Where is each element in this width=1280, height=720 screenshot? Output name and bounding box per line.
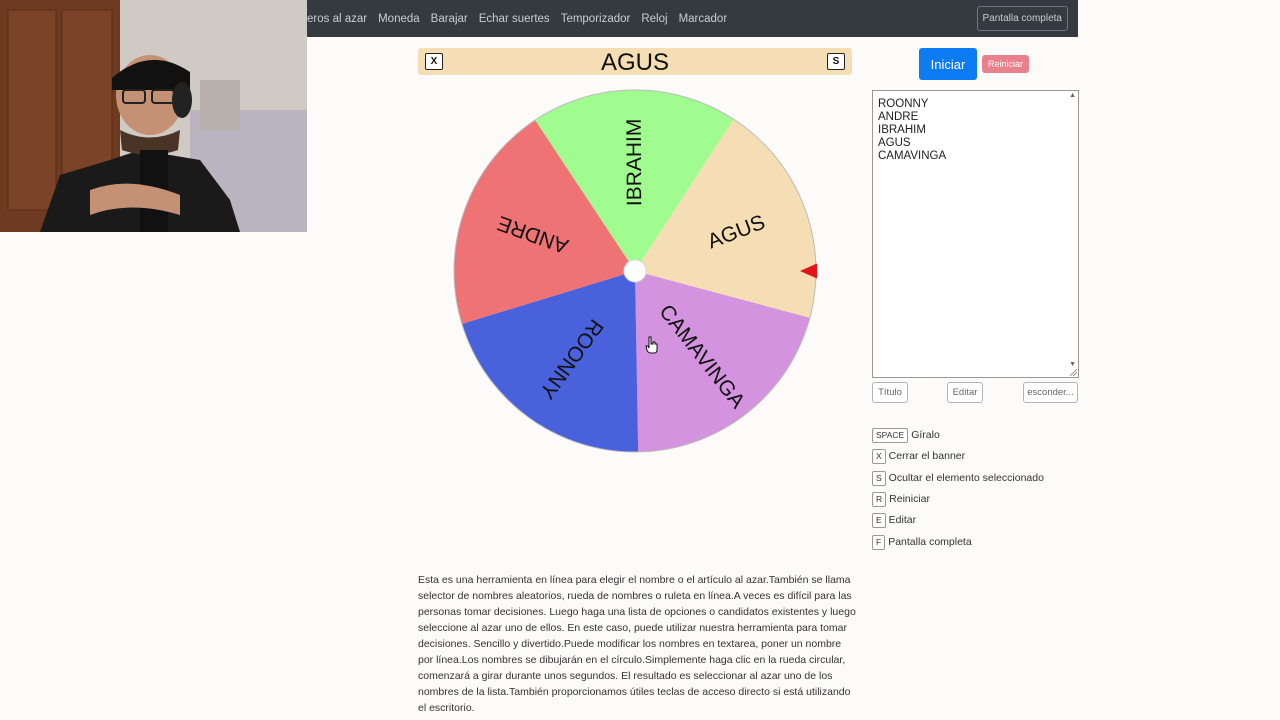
top-navbar: eros al azar Moneda Barajar Echar suerte… bbox=[307, 0, 1078, 37]
reset-button[interactable]: Reiniciar bbox=[982, 55, 1029, 73]
shortcut-row: S Ocultar el elemento seleccionado bbox=[872, 470, 1044, 486]
nav-link-echar-suertes[interactable]: Echar suertes bbox=[479, 13, 550, 25]
shortcut-key: F bbox=[872, 534, 886, 550]
hide-selected-button[interactable]: S bbox=[827, 53, 845, 70]
fullscreen-button[interactable]: Pantalla completa bbox=[976, 6, 1068, 31]
names-list-item: ANDRE bbox=[878, 110, 919, 123]
wheel-label-ibrahim: IBRAHIM bbox=[623, 119, 646, 207]
banner-title: AGUS bbox=[600, 49, 669, 76]
nav-link-numeros[interactable]: eros al azar bbox=[307, 13, 367, 25]
edit-button[interactable]: Editar bbox=[947, 382, 983, 403]
nav-link-moneda[interactable]: Moneda bbox=[378, 13, 420, 25]
result-banner: AGUS X S bbox=[418, 48, 852, 76]
names-list-item: ROONNY bbox=[878, 98, 929, 110]
wheel-center-hub[interactable] bbox=[623, 259, 647, 283]
wheel-graphic[interactable]: IBRAHIMAGUSCAMAVINGAROONNYANDRE bbox=[453, 89, 818, 453]
names-list: ROONNY ANDRE IBRAHIM AGUS CAMAVINGA bbox=[878, 98, 946, 163]
nav-link-marcador[interactable]: Marcador bbox=[679, 13, 728, 25]
nav-link-reloj[interactable]: Reloj bbox=[641, 13, 667, 25]
scroll-up-arrow-icon[interactable]: ▲ bbox=[1069, 92, 1076, 99]
tool-description: Esta es una herramienta en línea para el… bbox=[418, 574, 856, 714]
resize-handle-icon[interactable] bbox=[1070, 369, 1077, 376]
shortcut-label: Cerrar el banner bbox=[888, 450, 966, 462]
shortcut-row: X Cerrar el banner bbox=[872, 448, 965, 464]
scroll-down-arrow-icon[interactable]: ▼ bbox=[1069, 361, 1076, 368]
shortcut-label: Gíralo bbox=[911, 429, 940, 441]
shortcut-key: S bbox=[872, 470, 886, 486]
title-button[interactable]: Título bbox=[872, 382, 908, 403]
nav-link-barajar[interactable]: Barajar bbox=[431, 13, 468, 25]
shortcut-key: E bbox=[872, 512, 886, 528]
shortcut-key: R bbox=[872, 491, 887, 507]
webcam-image bbox=[0, 0, 307, 232]
nav-links: eros al azar Moneda Barajar Echar suerte… bbox=[307, 0, 738, 37]
name-wheel[interactable]: IBRAHIM AGUS CAMAVINGA ROONNY ANDRE bbox=[453, 89, 818, 453]
names-list-item: CAMAVINGA bbox=[878, 149, 947, 162]
shortcut-label: Reiniciar bbox=[889, 493, 930, 505]
close-banner-button[interactable]: X bbox=[425, 53, 443, 70]
shortcut-row: SPACE Gíralo bbox=[872, 427, 940, 443]
webcam-overlay bbox=[0, 0, 307, 232]
shortcut-label: Ocultar el elemento seleccionado bbox=[888, 472, 1044, 484]
names-list-item: AGUS bbox=[878, 136, 911, 149]
hide-button[interactable]: esconder... bbox=[1023, 382, 1078, 403]
hand-cursor-icon bbox=[645, 336, 658, 354]
names-list-item: IBRAHIM bbox=[878, 123, 926, 136]
names-textarea[interactable]: ROONNY ANDRE IBRAHIM AGUS CAMAVINGA ▲ ▼ bbox=[872, 90, 1079, 378]
shortcut-row: R Reiniciar bbox=[872, 491, 930, 507]
shortcut-key: SPACE bbox=[872, 427, 909, 443]
start-button[interactable]: Iniciar bbox=[919, 48, 977, 80]
shortcut-key: X bbox=[872, 448, 886, 464]
shortcut-label: Editar bbox=[888, 514, 917, 526]
shortcut-label: Pantalla completa bbox=[888, 536, 972, 548]
shortcut-row: F Pantalla completa bbox=[872, 534, 972, 550]
shortcut-row: E Editar bbox=[872, 512, 916, 528]
nav-link-temporizador[interactable]: Temporizador bbox=[561, 13, 631, 25]
